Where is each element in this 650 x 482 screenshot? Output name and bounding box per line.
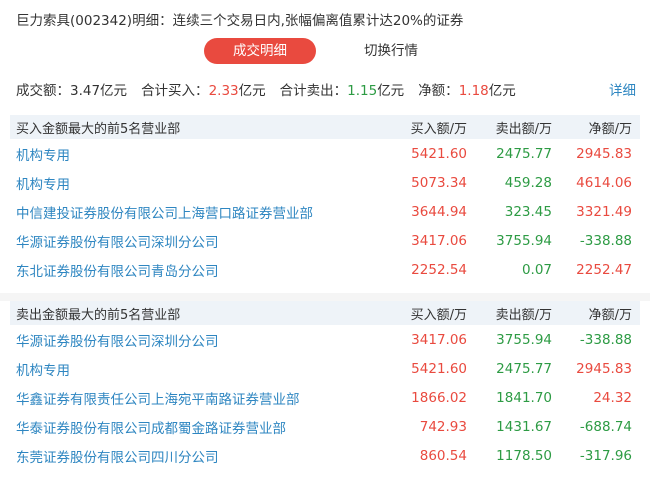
table-row[interactable]: 华泰证券股份有限公司成都蜀金路证券营业部 742.93 1431.67 -688.74 <box>10 412 640 441</box>
table-row[interactable]: 华鑫证券有限责任公司上海宛平南路证券营业部 1866.02 1841.70 24.32 <box>10 383 640 412</box>
buy-amount: 5073.34 <box>411 174 467 191</box>
broker-name-link[interactable]: 东莞证券股份有限公司四川分公司 <box>10 446 397 466</box>
sell-amount: 3755.94 <box>496 232 552 249</box>
col-buy-amount: 买入额/万 <box>410 121 467 137</box>
view-tabs: 成交明细 切换行情 <box>0 38 650 64</box>
sell-amount: 2475.77 <box>496 145 552 162</box>
net-label: 净额： <box>418 83 459 99</box>
sell-section-title: 卖出金额最大的前5名营业部 <box>16 307 181 323</box>
total-buy-label: 合计买入： <box>141 83 209 99</box>
broker-name-link[interactable]: 华泰证券股份有限公司成都蜀金路证券营业部 <box>10 417 397 437</box>
sell-section-header: 卖出金额最大的前5名营业部 买入额/万 卖出额/万 净额/万 <box>10 301 640 325</box>
col-sell-amount: 卖出额/万 <box>495 121 552 137</box>
table-row[interactable]: 中信建投证券股份有限公司上海营口路证券营业部 3644.94 323.45 3321.… <box>10 197 640 226</box>
buy-amount: 3417.06 <box>411 232 467 249</box>
summary-bar: 成交额：3.47亿元 合计买入：2.33亿元 合计卖出：1.15亿元 净额：1.18亿… <box>16 79 516 99</box>
sell-amount: 1841.70 <box>496 389 552 406</box>
total-sell-label: 合计卖出： <box>279 83 348 99</box>
buy-amount: 1866.02 <box>411 389 467 406</box>
turnover-value: 3.47亿元 <box>70 83 128 99</box>
net-amount: 3321.49 <box>576 203 632 220</box>
total-sell-unit: 亿元 <box>377 83 405 99</box>
sell-amount: 323.45 <box>504 203 552 220</box>
sell-amount: 1431.67 <box>496 418 552 435</box>
buy-amount: 742.93 <box>419 418 467 435</box>
tab-trade-detail[interactable]: 成交明细 <box>204 38 316 64</box>
net-amount: -338.88 <box>579 331 632 348</box>
sell-amount: 3755.94 <box>496 331 552 348</box>
turnover-label: 成交额： <box>16 83 70 99</box>
col-buy-amount: 买入额/万 <box>410 307 467 323</box>
broker-name-link[interactable]: 机构专用 <box>10 144 397 164</box>
broker-name-link[interactable]: 中信建投证券股份有限公司上海营口路证券营业部 <box>10 202 397 222</box>
buy-amount: 860.54 <box>419 447 467 464</box>
net-unit: 亿元 <box>488 83 516 99</box>
broker-name-link[interactable]: 机构专用 <box>10 173 397 193</box>
broker-name-link[interactable]: 华源证券股份有限公司深圳分公司 <box>10 330 397 350</box>
sell-amount: 1178.50 <box>496 447 552 464</box>
sell-amount: 2475.77 <box>496 360 552 377</box>
table-row[interactable]: 机构专用 5421.60 2475.77 2945.83 <box>10 139 640 168</box>
col-net-amount: 净额/万 <box>588 121 632 137</box>
buy-section: 买入金额最大的前5名营业部 买入额/万 卖出额/万 净额/万 机构专用 5421.… <box>10 115 640 284</box>
buy-amount: 5421.60 <box>411 360 467 377</box>
net-amount: 2252.47 <box>576 261 632 278</box>
total-buy-unit: 亿元 <box>238 83 266 99</box>
broker-name-link[interactable]: 华源证券股份有限公司深圳分公司 <box>10 231 397 251</box>
broker-name-link[interactable]: 机构专用 <box>10 359 397 379</box>
tab-switch-quote[interactable]: 切换行情 <box>335 38 447 64</box>
buy-amount: 3644.94 <box>411 203 467 220</box>
table-row[interactable]: 华源证券股份有限公司深圳分公司 3417.06 3755.94 -338.88 <box>10 325 640 354</box>
net-amount: 2945.83 <box>576 360 632 377</box>
net-amount: 24.32 <box>593 389 632 406</box>
section-divider <box>0 293 650 301</box>
table-row[interactable]: 机构专用 5073.34 459.28 4614.06 <box>10 168 640 197</box>
buy-amount: 2252.54 <box>411 261 467 278</box>
buy-amount: 5421.60 <box>411 145 467 162</box>
net-amount: -688.74 <box>579 418 632 435</box>
net-value: 1.18 <box>458 83 489 99</box>
col-sell-amount: 卖出额/万 <box>495 307 552 323</box>
buy-amount: 3417.06 <box>411 331 467 348</box>
page-title: 巨力索具(002342)明细：连续三个交易日内,张幅偏离值累计达20%的证券 <box>16 13 464 29</box>
net-amount: -317.96 <box>579 447 632 464</box>
net-amount: 4614.06 <box>576 174 632 191</box>
net-amount: 2945.83 <box>576 145 632 162</box>
col-net-amount: 净额/万 <box>588 307 632 323</box>
broker-name-link[interactable]: 华鑫证券有限责任公司上海宛平南路证券营业部 <box>10 388 397 408</box>
buy-section-title: 买入金额最大的前5名营业部 <box>16 121 181 137</box>
total-buy-value: 2.33 <box>208 83 239 99</box>
net-amount: -338.88 <box>579 232 632 249</box>
sell-amount: 459.28 <box>504 174 552 191</box>
table-row[interactable]: 华源证券股份有限公司深圳分公司 3417.06 3755.94 -338.88 <box>10 226 640 255</box>
sell-section: 卖出金额最大的前5名营业部 买入额/万 卖出额/万 净额/万 华源证券股份有限公… <box>10 301 640 470</box>
table-row[interactable]: 东莞证券股份有限公司四川分公司 860.54 1178.50 -317.96 <box>10 441 640 470</box>
total-sell-value: 1.15 <box>347 83 378 99</box>
broker-name-link[interactable]: 东北证券股份有限公司青岛分公司 <box>10 260 397 280</box>
buy-section-header: 买入金额最大的前5名营业部 买入额/万 卖出额/万 净额/万 <box>10 115 640 139</box>
detail-link[interactable]: 详细 <box>609 79 636 99</box>
table-row[interactable]: 机构专用 5421.60 2475.77 2945.83 <box>10 354 640 383</box>
sell-amount: 0.07 <box>521 261 552 278</box>
table-row[interactable]: 东北证券股份有限公司青岛分公司 2252.54 0.07 2252.47 <box>10 255 640 284</box>
